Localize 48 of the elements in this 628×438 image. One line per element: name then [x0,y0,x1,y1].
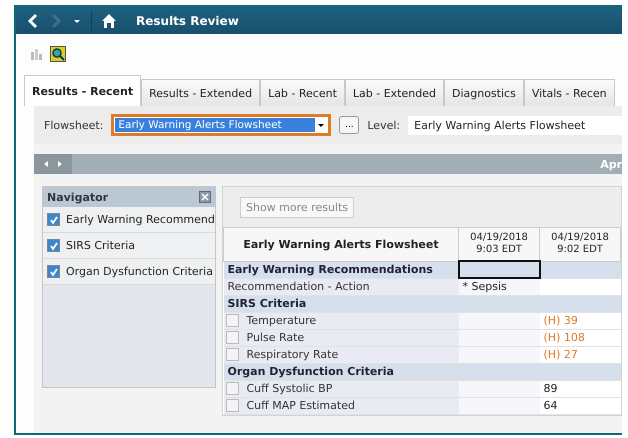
forward-icon[interactable] [49,12,63,28]
table-cell[interactable]: 89 [540,380,620,397]
checkbox[interactable] [226,331,238,344]
tab[interactable]: Results - Extended [141,79,260,106]
home-icon[interactable] [101,12,117,28]
section-header: Early Warning Recommendations [224,261,458,278]
tab[interactable]: Lab - Extended [344,79,444,106]
column-header: Early Warning Alerts Flowsheet [224,228,458,261]
checkbox[interactable] [226,399,238,412]
checkbox[interactable] [226,382,238,395]
navigator-item[interactable]: Early Warning Recommend [43,207,215,233]
flowsheet-label: Flowsheet: [44,118,104,132]
column-header: 04/19/2018 9:03 EDT [458,228,540,261]
row-label: Pulse Rate [246,331,304,344]
level-label: Level: [367,118,400,132]
date-range-text: Apr [600,158,622,170]
more-button[interactable]: ... [339,116,360,134]
navigator-item[interactable]: SIRS Criteria [43,233,215,259]
table-cell[interactable]: 64 [540,397,620,414]
chart-icon[interactable] [30,47,44,61]
checkbox[interactable] [47,265,60,278]
close-icon[interactable] [199,191,211,203]
tab[interactable]: Diagnostics [444,79,524,106]
column-header: 04/19/2018 9:02 EDT [540,228,620,261]
table-cell[interactable] [458,261,540,278]
navigator-title: Navigator [47,190,108,204]
row-label: Respiratory Rate [246,348,338,361]
section-header: SIRS Criteria [224,295,458,312]
section-header: Organ Dysfunction Criteria [224,363,458,380]
row-label: Cuff Systolic BP [246,382,332,395]
row-label: Recommendation - Action [228,280,370,293]
tab[interactable]: Lab - Recent [260,79,345,106]
row-label: Cuff MAP Estimated [246,399,355,412]
checkbox[interactable] [226,314,238,327]
row-label: Temperature [246,314,316,327]
back-icon[interactable] [26,12,40,28]
window-title: Results Review [136,14,239,28]
tab[interactable]: Results - Recent [24,75,142,106]
checkbox[interactable] [47,213,60,226]
table-cell[interactable]: * Sepsis [458,278,540,295]
navigator-item[interactable]: Organ Dysfunction Criteria [43,259,215,285]
level-field: Early Warning Alerts Flowsheet [408,116,622,134]
checkbox[interactable] [47,239,60,252]
tab[interactable]: Vitals - Recen [524,79,615,106]
flowsheet-dropdown[interactable]: Early Warning Alerts Flowsheet [111,114,332,136]
scroll-arrows-icon[interactable] [34,154,72,174]
search-icon[interactable] [50,46,66,62]
checkbox[interactable] [226,348,238,361]
